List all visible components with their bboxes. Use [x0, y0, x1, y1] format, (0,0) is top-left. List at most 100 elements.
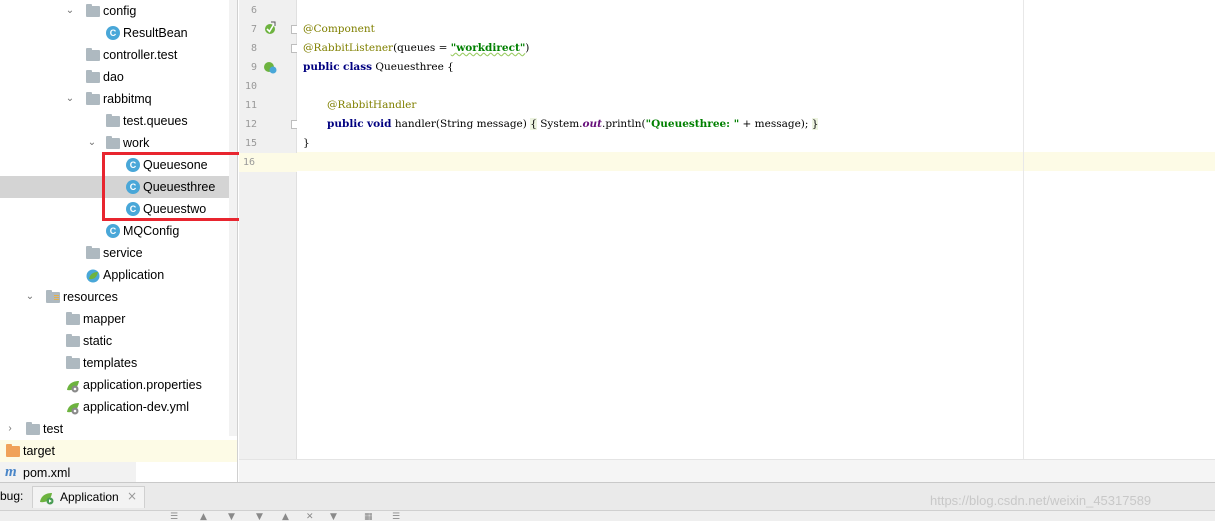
tree-item-application-dev-yml[interactable]: application-dev.yml [0, 396, 229, 418]
table-icon[interactable]: ▦ [364, 513, 373, 521]
chevron-down-icon[interactable]: ⌄ [64, 88, 76, 110]
debug-label: bug: [0, 489, 24, 503]
tree-item-label: test.queues [123, 114, 188, 128]
tree-item-pom-xml[interactable]: m pom.xml [0, 462, 136, 482]
step-into-icon[interactable]: ▼ [256, 513, 263, 521]
bean-gutter-icon[interactable] [263, 21, 277, 35]
step-up-icon[interactable]: ▲ [200, 513, 207, 521]
code-line-15[interactable]: } [303, 134, 310, 153]
brace: } [811, 118, 819, 130]
tree-item-label: pom.xml [23, 466, 71, 480]
keyword: public [303, 61, 340, 73]
code-line-7[interactable]: @Component [303, 20, 375, 39]
code-text: System. [536, 118, 583, 130]
folder-icon [86, 70, 100, 83]
class-icon: C [106, 26, 120, 40]
step-over-icon[interactable]: ▼ [228, 513, 235, 521]
tree-item-label: dao [103, 70, 124, 84]
tree-item-target[interactable]: target [0, 440, 237, 462]
tree-item-application[interactable]: Application [0, 264, 229, 286]
brace: { [530, 118, 537, 130]
line-number: 8 [250, 43, 257, 54]
tree-item-controller-test[interactable]: controller.test [0, 44, 229, 66]
folder-icon [106, 136, 120, 149]
code-text: (queues = [393, 42, 451, 54]
annotation: @RabbitListener [303, 42, 394, 54]
chevron-right-icon[interactable]: › [4, 418, 16, 440]
line-number: 12 [244, 119, 257, 130]
resources-folder-icon [46, 290, 60, 303]
annotation: @RabbitHandler [327, 99, 417, 111]
folder-icon [66, 334, 80, 347]
tree-item-label: MQConfig [123, 224, 180, 238]
folder-icon [86, 246, 100, 259]
tree-item-resources[interactable]: ⌄ resources [0, 286, 229, 308]
folder-icon [66, 356, 80, 369]
code-text: } [303, 137, 310, 149]
tree-item-resultbean[interactable]: C ResultBean [0, 22, 229, 44]
maven-icon: m [5, 464, 17, 480]
tree-item-label: application-dev.yml [83, 400, 190, 414]
code-text: handler(String message) [391, 118, 531, 130]
tree-item-service[interactable]: service [0, 242, 229, 264]
class-icon: C [106, 224, 120, 238]
folder-icon [66, 312, 80, 325]
tree-item-mapper[interactable]: mapper [0, 308, 229, 330]
spring-config-icon [66, 400, 80, 415]
editor-horizontal-scrollbar[interactable] [239, 459, 1215, 482]
tree-item-label: test [43, 422, 64, 436]
line-number: 15 [244, 138, 257, 149]
chevron-down-icon[interactable]: ⌄ [24, 286, 36, 308]
keyword: void [367, 118, 392, 130]
string-literal: "Queuesthree: " [645, 118, 740, 130]
chevron-down-icon[interactable]: ⌄ [86, 132, 98, 154]
watermark: https://blog.csdn.net/weixin_45317589 [930, 493, 1152, 508]
keyword: public [327, 118, 364, 130]
editor-gutter: 6 7 8 9 10 11 12 15 16 [239, 0, 300, 459]
folder-icon [86, 92, 100, 105]
step-out-icon[interactable]: ▲ [282, 513, 289, 521]
tree-item-label: static [83, 334, 113, 348]
bean-class-gutter-icon[interactable] [263, 60, 277, 74]
tree-item-test-queues[interactable]: test.queues [0, 110, 229, 132]
tree-item-mqconfig[interactable]: C MQConfig [0, 220, 229, 242]
line-number-current: 16 [239, 153, 297, 172]
run-to-cursor-icon[interactable]: ▼ [330, 513, 337, 521]
tree-item-label: mapper [83, 312, 126, 326]
tab-application[interactable]: Application × [32, 486, 145, 508]
code-line-11[interactable]: @RabbitHandler [327, 96, 416, 115]
folder-icon [26, 422, 40, 435]
settings-icon[interactable]: ☰ [392, 513, 400, 521]
tree-item-label: ResultBean [123, 26, 188, 40]
right-margin-guide [1023, 0, 1024, 459]
tab-label: Application [60, 490, 119, 504]
tree-item-rabbitmq[interactable]: ⌄ rabbitmq [0, 88, 229, 110]
line-number: 11 [244, 100, 257, 111]
tree-item-config[interactable]: ⌄ config [0, 0, 229, 22]
code-text: ) [525, 42, 530, 54]
tree-item-label: target [23, 444, 55, 458]
code-line-9[interactable]: public class Queuesthree { [303, 58, 454, 77]
tree-item-label: application.properties [83, 378, 202, 392]
tree-item-work[interactable]: ⌄ work [0, 132, 229, 154]
tree-item-application-properties[interactable]: application.properties [0, 374, 229, 396]
chevron-down-icon[interactable]: ⌄ [64, 0, 76, 22]
tree-item-static[interactable]: static [0, 330, 229, 352]
tree-item-label: work [123, 136, 150, 150]
folder-icon [106, 114, 120, 127]
keyword: class [343, 61, 373, 73]
debug-toolbar: ☰ ▲ ▼ ▼ ▲ ✕ ▼ ▦ ☰ [0, 510, 1215, 521]
menu-icon[interactable]: ☰ [170, 513, 178, 521]
tree-item-dao[interactable]: dao [0, 66, 229, 88]
tree-item-templates[interactable]: templates [0, 352, 229, 374]
close-icon[interactable]: × [127, 489, 137, 503]
line-number: 7 [250, 24, 257, 35]
cancel-step-icon[interactable]: ✕ [306, 513, 314, 521]
code-text: Queuesthree { [372, 61, 454, 73]
code-line-8[interactable]: @RabbitListener(queues = "workdirect") [303, 39, 529, 58]
line-number: 6 [250, 5, 257, 16]
tree-item-test[interactable]: › test [0, 418, 229, 440]
tree-item-label: service [103, 246, 143, 260]
annotation: @Component [303, 23, 375, 35]
code-line-12[interactable]: public void handler(String message) { Sy… [327, 115, 819, 134]
